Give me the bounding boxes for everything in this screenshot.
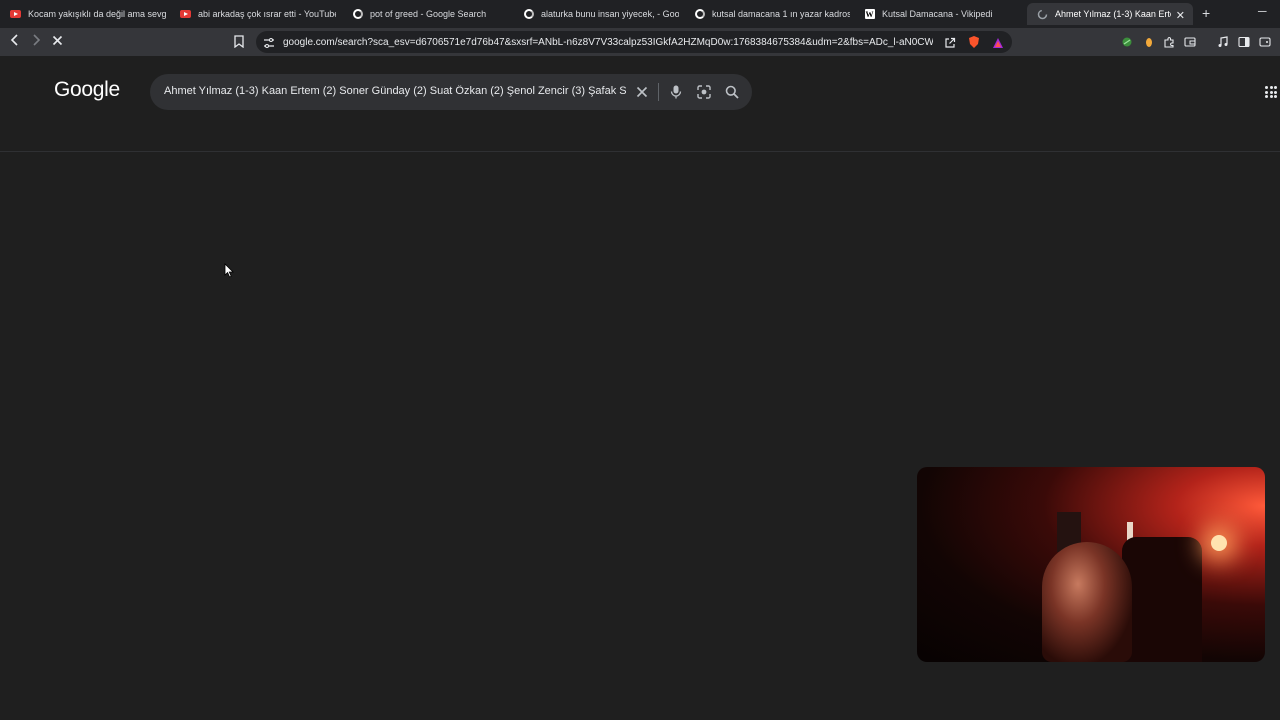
- google-logo[interactable]: Google: [54, 78, 120, 102]
- site-info-icon[interactable]: [263, 36, 275, 54]
- wikipedia-icon: W: [864, 9, 875, 19]
- wallet-menu-icon[interactable]: [1259, 35, 1271, 47]
- media-music-icon[interactable]: [1217, 35, 1229, 47]
- google-apps-icon[interactable]: [1265, 86, 1277, 98]
- tab-5[interactable]: kutsal damacana 1 ın yazar kadrosu: [684, 3, 850, 25]
- tab-title: alaturka bunu insan yiyecek, - Googl: [541, 9, 679, 19]
- lens-camera-icon[interactable]: [696, 84, 712, 100]
- search-box[interactable]: Ahmet Yılmaz (1-3) Kaan Ertem (2) Soner …: [150, 74, 752, 110]
- webcam-overlay: [917, 467, 1265, 662]
- tab-title: abi arkadaş çok ısrar etti - YouTube: [198, 9, 336, 19]
- search-input[interactable]: Ahmet Yılmaz (1-3) Kaan Ertem (2) Soner …: [164, 85, 626, 97]
- clear-search-icon[interactable]: [634, 84, 650, 100]
- tab-strip: Kocam yakışıklı da değil ama sevgilil ab…: [0, 0, 1280, 28]
- tab-title: kutsal damacana 1 ın yazar kadrosu: [712, 9, 850, 19]
- search-divider: [658, 83, 659, 101]
- google-icon: [523, 9, 534, 20]
- share-icon[interactable]: [944, 36, 956, 54]
- youtube-icon: [180, 9, 191, 20]
- tab-title: Kutsal Damacana - Vikipedi: [882, 9, 993, 19]
- back-button[interactable]: [10, 33, 20, 49]
- browser-toolbar: google.com/search?sca_esv=d6706571e7d76b…: [0, 28, 1280, 56]
- loading-icon: [1037, 9, 1048, 20]
- tab-2[interactable]: abi arkadaş çok ısrar etti - YouTube: [170, 3, 336, 25]
- webcam-person: [1042, 542, 1132, 662]
- mouse-cursor-icon: [224, 263, 234, 283]
- wallet-icon[interactable]: [1184, 35, 1196, 47]
- sidebar-icon[interactable]: [1238, 35, 1250, 48]
- new-tab-button[interactable]: +: [1202, 5, 1210, 21]
- brave-rewards-icon[interactable]: [992, 36, 1004, 54]
- close-tab-icon[interactable]: ✕: [1176, 9, 1185, 22]
- tab-title: pot of greed - Google Search: [370, 9, 487, 19]
- address-bar[interactable]: google.com/search?sca_esv=d6706571e7d76b…: [256, 31, 1012, 53]
- brave-shields-icon[interactable]: [968, 35, 980, 54]
- header-divider: [0, 151, 1280, 152]
- microphone-icon[interactable]: [668, 84, 684, 100]
- minimize-button[interactable]: ─: [1258, 4, 1267, 18]
- youtube-icon: [10, 9, 21, 20]
- tab-3[interactable]: pot of greed - Google Search: [342, 3, 508, 25]
- extensions-puzzle-icon[interactable]: [1163, 35, 1175, 48]
- tab-title: Ahmet Yılmaz (1-3) Kaan Ertem: [1055, 9, 1171, 19]
- extension-drop-icon[interactable]: [1143, 35, 1155, 47]
- extension-leaf-icon[interactable]: [1121, 35, 1133, 47]
- tab-7-active[interactable]: Ahmet Yılmaz (1-3) Kaan Ertem ✕: [1027, 3, 1193, 25]
- url-text[interactable]: google.com/search?sca_esv=d6706571e7d76b…: [283, 37, 933, 48]
- forward-button[interactable]: [31, 33, 41, 49]
- webcam-gaming-chair: [1122, 537, 1202, 662]
- bookmark-icon[interactable]: [234, 35, 244, 51]
- google-icon: [694, 9, 705, 20]
- tab-6[interactable]: W Kutsal Damacana - Vikipedi: [854, 3, 1020, 25]
- tab-4[interactable]: alaturka bunu insan yiyecek, - Googl: [513, 3, 679, 25]
- search-icon[interactable]: [724, 84, 740, 100]
- google-icon: [352, 9, 363, 20]
- tab-title: Kocam yakışıklı da değil ama sevgilil: [28, 9, 166, 19]
- webcam-lamp: [1211, 535, 1227, 551]
- stop-loading-button[interactable]: [52, 33, 63, 49]
- tab-1[interactable]: Kocam yakışıklı da değil ama sevgilil: [0, 3, 166, 25]
